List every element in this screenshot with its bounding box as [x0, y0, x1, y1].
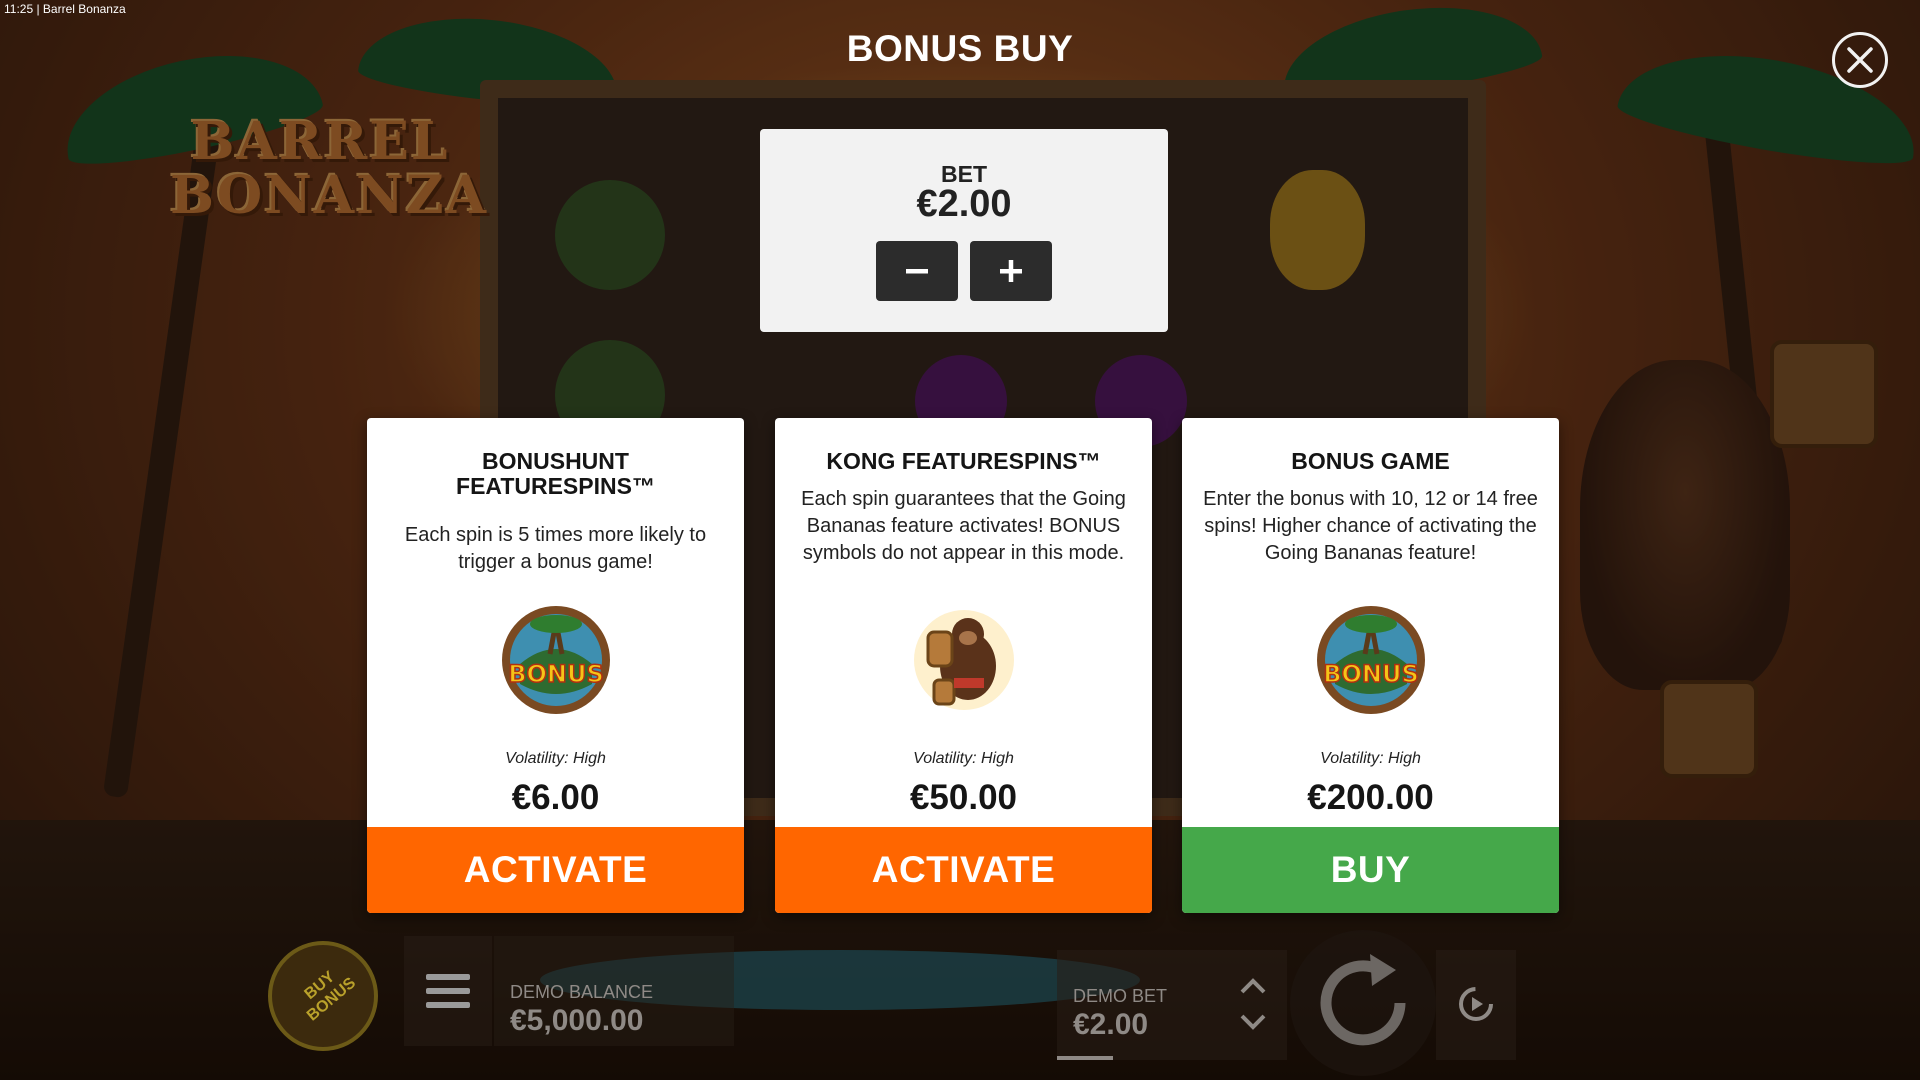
- bet-panel: BET €2.00: [760, 129, 1168, 332]
- card-title: KONG FEATURESPINS™: [826, 448, 1101, 474]
- decrease-bet-button[interactable]: [876, 241, 958, 301]
- chevron-down-icon[interactable]: [1239, 1012, 1267, 1032]
- autoplay-button[interactable]: [1436, 950, 1516, 1060]
- spin-button[interactable]: [1290, 930, 1436, 1076]
- buy-bonus-button[interactable]: BUY BONUS: [268, 941, 378, 1051]
- bet-arrows[interactable]: [1217, 950, 1287, 1060]
- game-hud: BUY BONUS DEMO BALANCE €5,000.00 DEMO BE…: [0, 920, 1920, 1080]
- volatility-label: Volatility: High: [1320, 750, 1421, 767]
- activate-bonushunt-button[interactable]: ACTIVATE: [367, 827, 744, 913]
- bonus-coin-icon: BONUS: [502, 606, 610, 714]
- close-icon: [1847, 47, 1873, 73]
- modal-title: BONUS BUY: [846, 28, 1074, 69]
- card-description: Enter the bonus with 10, 12 or 14 free s…: [1203, 488, 1538, 564]
- price-label: €200.00: [1307, 778, 1434, 817]
- svg-text:BONUS: BONUS: [1323, 660, 1419, 688]
- buy-bonus-label: BUY BONUS: [301, 968, 360, 1025]
- price-label: €6.00: [511, 778, 600, 817]
- balance-label: DEMO BALANCE: [510, 982, 654, 1002]
- volatility-label: Volatility: High: [913, 750, 1014, 767]
- volatility-label: Volatility: High: [505, 750, 606, 767]
- hamburger-line: [426, 1002, 470, 1008]
- bonus-coin-icon: BONUS: [1317, 606, 1425, 714]
- minus-icon: [906, 269, 928, 274]
- balance-value: €5,000.00: [510, 1004, 644, 1037]
- gorilla-icon: [914, 610, 1014, 710]
- hamburger-icon: [426, 974, 470, 980]
- hamburger-line: [426, 988, 470, 994]
- bonus-card-bonushunt: BONUSHUNT FEATURESPINS™ Each spin is 5 t…: [367, 418, 744, 913]
- demo-bet-panel: DEMO BET €2.00: [1057, 950, 1217, 1060]
- card-title: BONUSHUNT FEATURESPINS™: [456, 448, 655, 499]
- spin-icon: [1320, 954, 1406, 1046]
- card-title: BONUS GAME: [1291, 448, 1450, 474]
- card-description: Each spin is 5 times more likely to trig…: [404, 524, 707, 573]
- bonus-card-kong: KONG FEATURESPINS™ Each spin guarantees …: [775, 418, 1152, 913]
- window-title: 11:25 | Barrel Bonanza: [4, 2, 126, 16]
- demo-balance-panel: DEMO BALANCE €5,000.00: [494, 936, 734, 1046]
- svg-text:BONUS: BONUS: [508, 660, 604, 688]
- bet-value: €2.00: [916, 183, 1012, 225]
- bonus-card-bonus-game: BONUS GAME Enter the bonus with 10, 12 o…: [1182, 418, 1559, 913]
- menu-button[interactable]: [404, 936, 492, 1046]
- chevron-up-icon[interactable]: [1239, 976, 1267, 996]
- card-description: Each spin guarantees that the Going Bana…: [801, 488, 1126, 564]
- price-label: €50.00: [909, 778, 1018, 817]
- plus-icon: [1000, 260, 1022, 282]
- bet-value: €2.00: [1073, 1008, 1149, 1041]
- bet-label: DEMO BET: [1073, 986, 1168, 1006]
- increase-bet-button[interactable]: [970, 241, 1052, 301]
- bet-underline: [1057, 1056, 1113, 1060]
- activate-kong-button[interactable]: ACTIVATE: [775, 827, 1152, 913]
- buy-bonus-game-button[interactable]: BUY: [1182, 827, 1559, 913]
- close-button[interactable]: [1832, 32, 1888, 88]
- autoplay-icon: [1459, 987, 1493, 1021]
